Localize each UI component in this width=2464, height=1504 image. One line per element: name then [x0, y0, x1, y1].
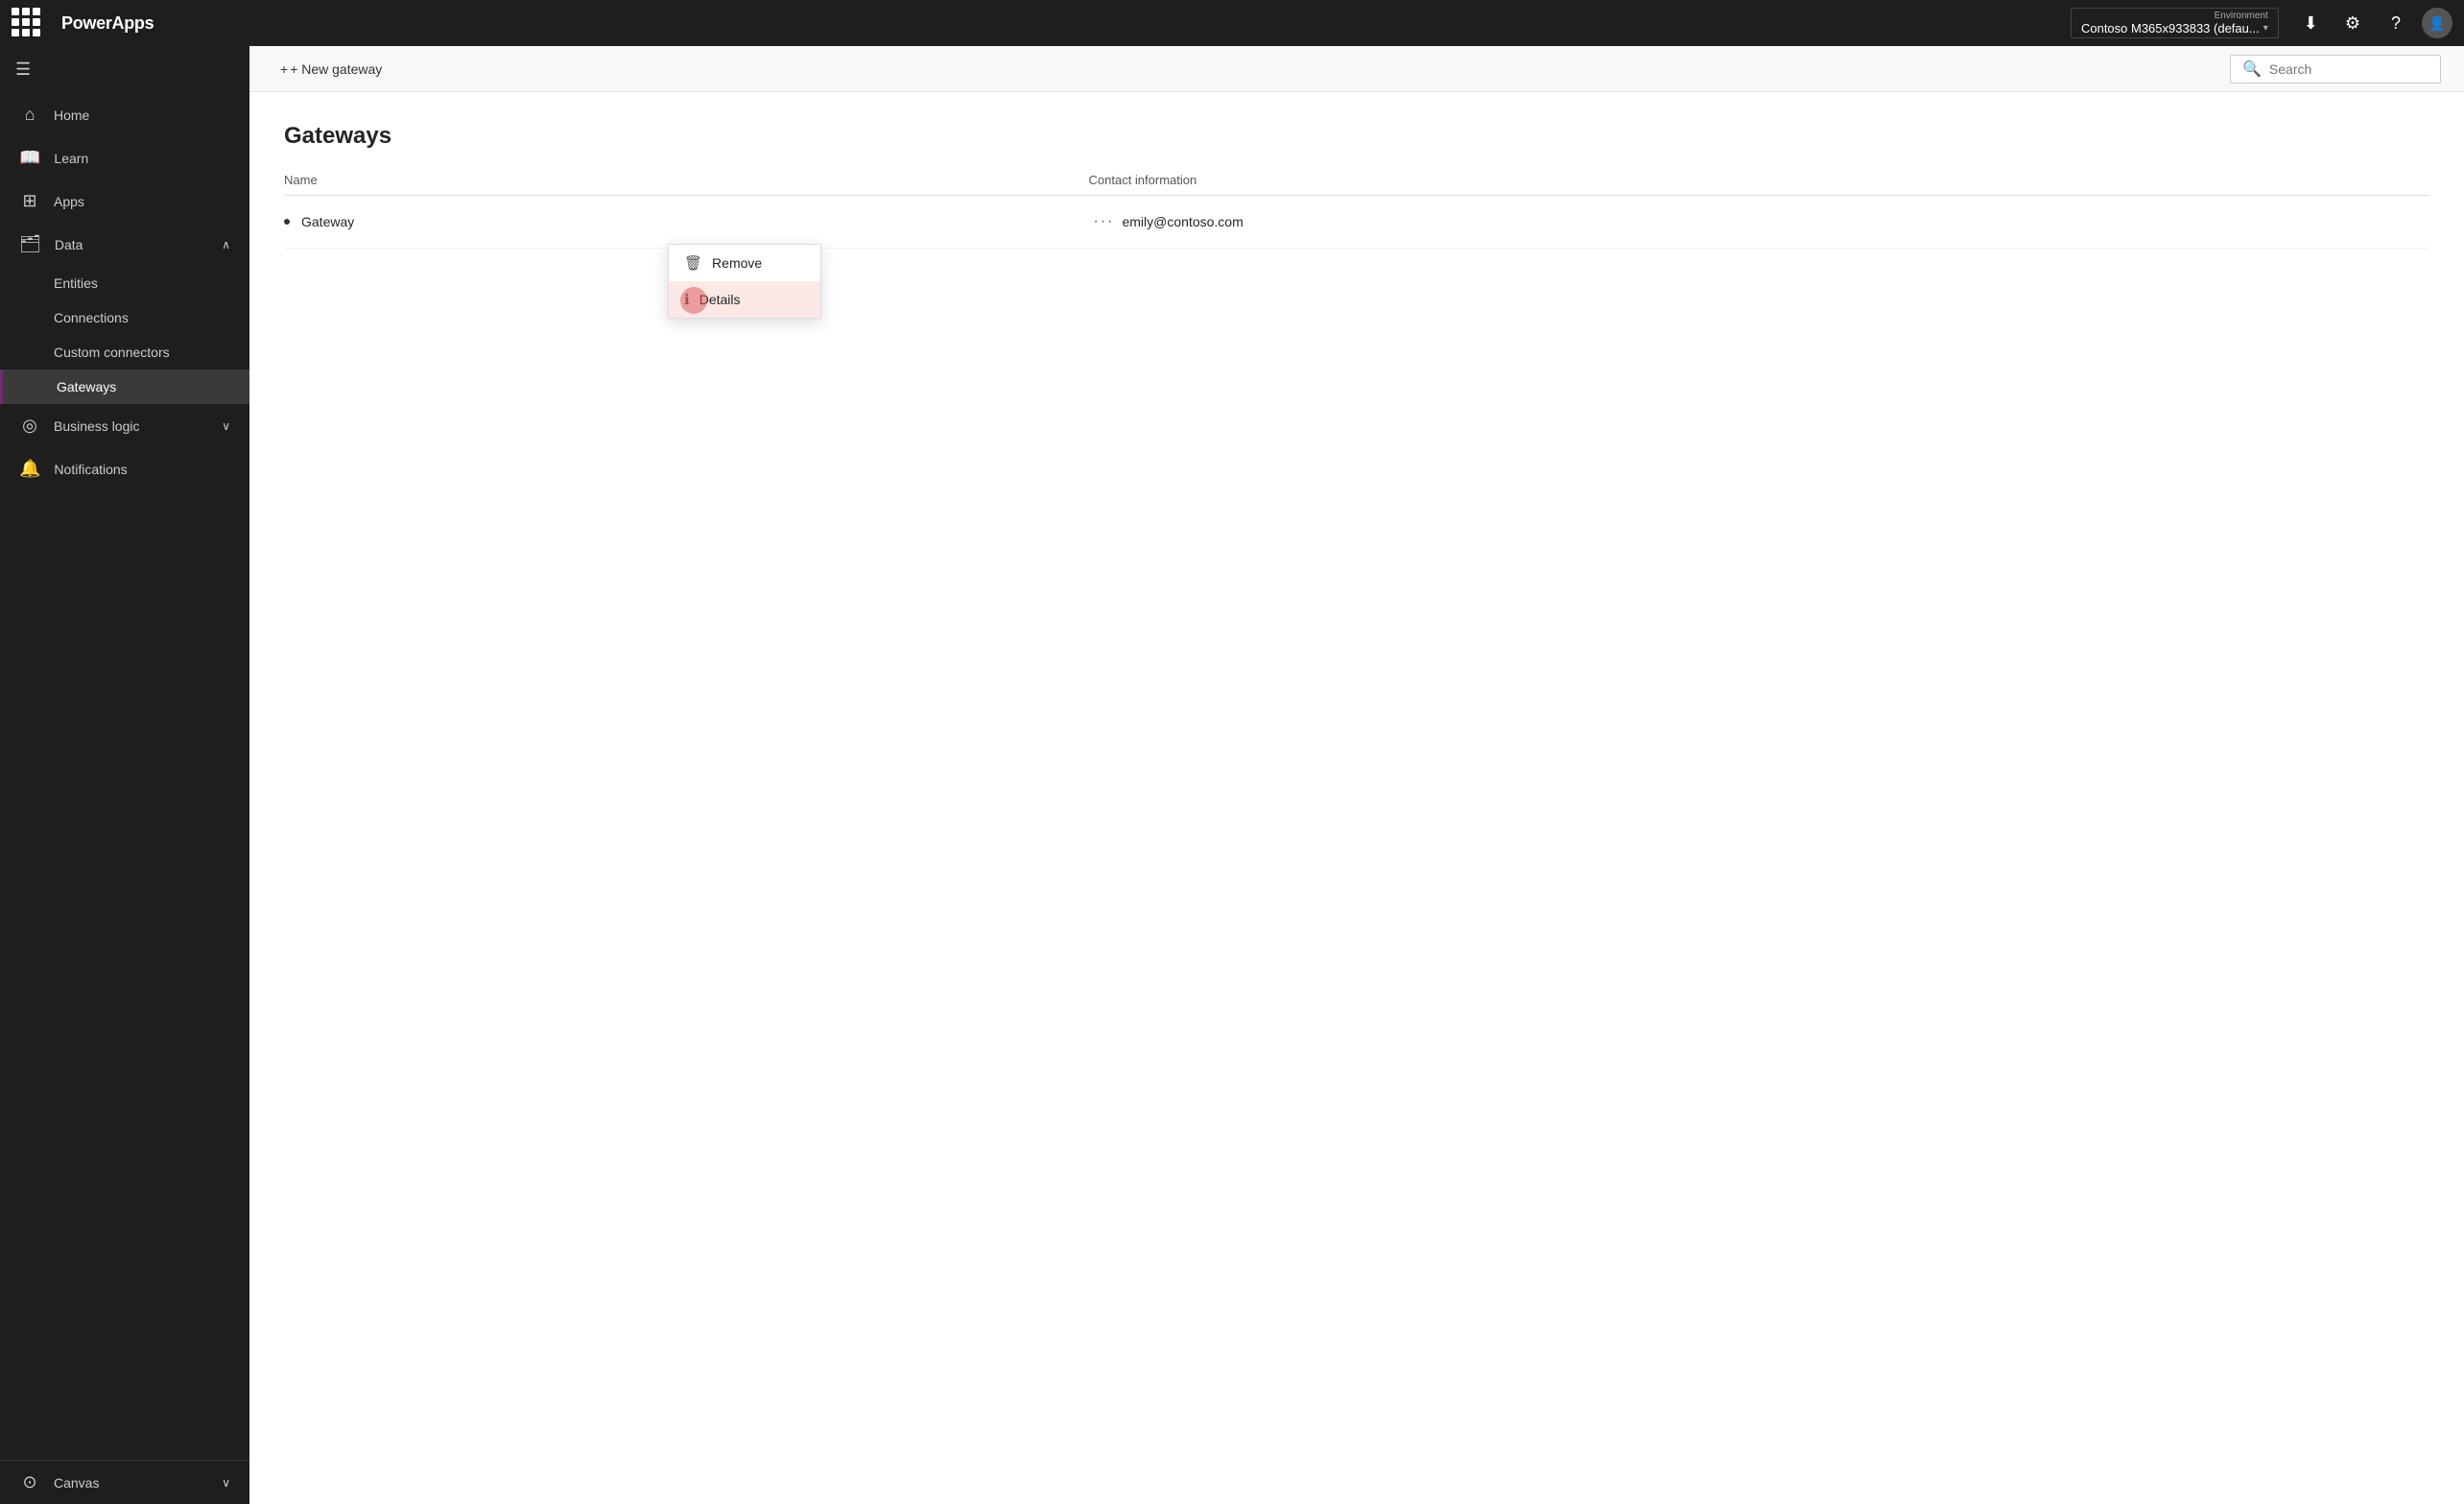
chevron-down-icon: ▾: [2263, 23, 2268, 34]
sidebar-canvas-item[interactable]: ⊙ Canvas ∨: [0, 1461, 249, 1504]
sidebar-bottom: ⊙ Canvas ∨: [0, 1460, 249, 1504]
help-icon[interactable]: ?: [2381, 13, 2410, 34]
table-row: Gateway ··· emily@contoso.com 🗑 Remove ℹ…: [284, 196, 2429, 249]
sidebar-item-notifications[interactable]: 🔔 Notifications: [0, 447, 249, 490]
sidebar-collapse-button[interactable]: ☰: [0, 46, 249, 93]
sidebar-item-apps[interactable]: ⊞ Apps: [0, 179, 249, 223]
data-icon: 🗂: [19, 234, 41, 254]
row-gateway-name: Gateway: [301, 214, 1086, 229]
app-title: PowerApps: [61, 13, 154, 34]
row-more-options-button[interactable]: ···: [1086, 209, 1123, 234]
sidebar-item-learn[interactable]: 📖 Learn: [0, 136, 249, 179]
waffle-menu[interactable]: [12, 8, 42, 38]
sidebar-item-connections[interactable]: Connections: [0, 300, 249, 335]
remove-icon: 🗑: [684, 254, 702, 272]
business-logic-expand-icon: ∨: [222, 419, 230, 433]
page-title: Gateways: [284, 123, 2429, 150]
search-input[interactable]: [2269, 61, 2423, 77]
notifications-icon: 🔔: [19, 459, 40, 479]
plus-icon: +: [280, 61, 288, 77]
row-indicator: [284, 219, 290, 225]
business-logic-icon: ◎: [19, 416, 40, 436]
table-header: Name Contact information: [284, 173, 2429, 196]
canvas-expand-icon: ∨: [222, 1476, 230, 1490]
download-icon[interactable]: ⬇: [2298, 13, 2324, 34]
sidebar-item-gateways[interactable]: Gateways: [0, 370, 249, 404]
sidebar-item-business-logic[interactable]: ◎ Business logic ∨: [0, 404, 249, 447]
page-content: Gateways Name Contact information Gatewa…: [249, 92, 2464, 1504]
context-menu-remove[interactable]: 🗑 Remove: [669, 245, 820, 281]
environment-value: Contoso M365x933833 (defau... ▾: [2081, 21, 2268, 36]
data-expand-icon: ∧: [222, 238, 230, 251]
apps-icon: ⊞: [19, 191, 40, 211]
context-menu-details[interactable]: ℹ Details: [669, 281, 820, 318]
topbar: PowerApps Environment Contoso M365x93383…: [0, 0, 2464, 46]
home-icon: ⌂: [19, 105, 40, 125]
info-icon: ℹ: [684, 291, 690, 308]
sidebar-item-entities[interactable]: Entities: [0, 266, 249, 300]
sidebar: ☰ ⌂ Home 📖 Learn ⊞ Apps 🗂 Data ∧ Entitie…: [0, 46, 249, 1504]
canvas-icon: ⊙: [19, 1472, 40, 1492]
search-icon: 🔍: [2242, 60, 2262, 79]
sidebar-item-home[interactable]: ⌂ Home: [0, 93, 249, 136]
col-contact-header: Contact information: [1089, 173, 2430, 187]
col-name-header: Name: [284, 173, 1089, 187]
content-toolbar: + + New gateway 🔍: [249, 46, 2464, 92]
search-bar[interactable]: 🔍: [2230, 55, 2441, 84]
new-gateway-button[interactable]: + + New gateway: [272, 58, 390, 81]
settings-icon[interactable]: ⚙: [2335, 13, 2370, 34]
learn-icon: 📖: [19, 148, 40, 168]
context-menu: 🗑 Remove ℹ Details: [668, 244, 821, 319]
environment-label: Environment: [2215, 11, 2268, 21]
row-contact-info: emily@contoso.com: [1122, 214, 2429, 229]
sidebar-item-data[interactable]: 🗂 Data ∧: [0, 223, 249, 266]
content-area: + + New gateway 🔍 Gateways Name Contact …: [249, 46, 2464, 1504]
sidebar-item-custom-connectors[interactable]: Custom connectors: [0, 335, 249, 370]
environment-selector[interactable]: Environment Contoso M365x933833 (defau..…: [2071, 8, 2279, 38]
user-avatar[interactable]: 👤: [2422, 8, 2452, 38]
